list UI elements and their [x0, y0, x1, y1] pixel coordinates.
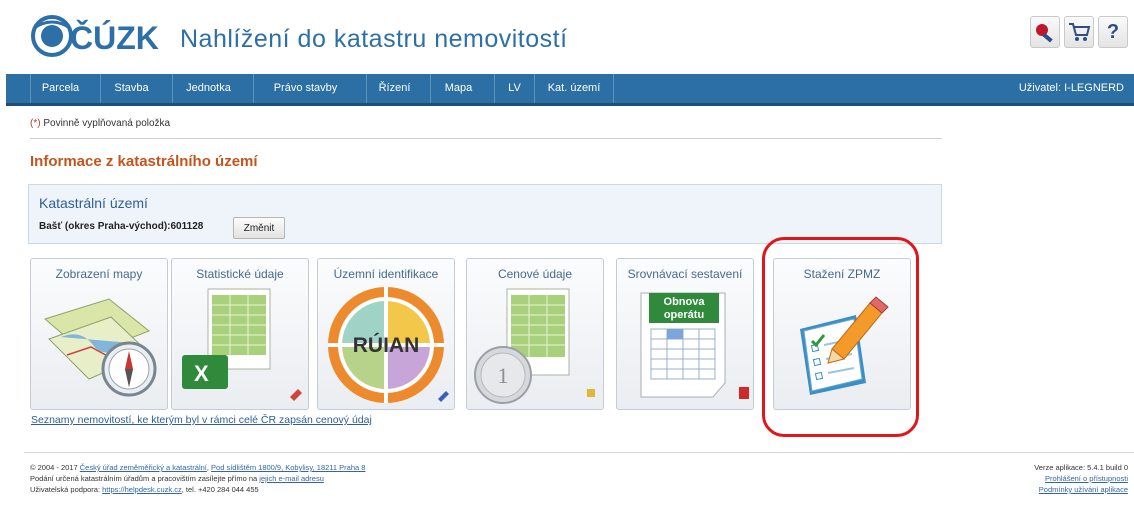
- logo-text: ČÚZK: [70, 20, 159, 56]
- search-icon[interactable]: [1030, 16, 1060, 48]
- ruian-icon: RÚIAN: [328, 287, 449, 403]
- nav-item-pravo-stavby[interactable]: Právo stavby: [253, 74, 357, 103]
- email-link[interactable]: jejich e-mail adresu: [259, 474, 324, 483]
- badge-line1: Obnova: [664, 296, 706, 308]
- phone-text: , tel. +420 284 044 455: [181, 485, 259, 494]
- tile-territorial-identification[interactable]: Územní identifikace RÚIAN: [317, 258, 455, 410]
- nav-item-mapa[interactable]: Mapa: [430, 74, 486, 103]
- tile-comparative-compilation[interactable]: Srovnávací sestavení Obnova operátu: [616, 258, 754, 410]
- ruian-text: RÚIAN: [353, 333, 420, 357]
- cadastral-area-title: Katastrální území: [39, 195, 148, 211]
- price-coin-icon: 1: [474, 288, 595, 404]
- pdf-badge-icon: [290, 389, 302, 401]
- header-icons: ?: [1030, 16, 1128, 48]
- helpdesk-link[interactable]: https://helpdesk.cuzk.cz: [102, 485, 182, 494]
- highlight-circle: [762, 237, 919, 437]
- cuzk-link[interactable]: Český úřad zeměměřický a katastrální: [80, 463, 207, 472]
- footer-line-2: Podání určená katastrálním úřadům a prac…: [30, 473, 365, 484]
- map-compass-icon: [43, 298, 157, 397]
- terms-link[interactable]: Podmínky užívání aplikace: [1039, 485, 1128, 494]
- accessibility-link[interactable]: Prohlášení o přístupnosti: [1045, 474, 1128, 483]
- spreadsheet-excel-icon: X: [182, 288, 302, 401]
- required-note: (*) Povinně vyplňovaná položka: [30, 118, 170, 129]
- support-text: Uživatelská podpora:: [30, 485, 103, 494]
- footer-line-1: © 2004 - 2017 Český úřad zeměměřický a k…: [30, 462, 365, 473]
- nav-item-stavba[interactable]: Stavba: [100, 74, 162, 103]
- help-icon[interactable]: ?: [1098, 16, 1128, 48]
- nav-item-kat-uzemi[interactable]: Kat. území: [534, 74, 614, 103]
- footer-line-3: Uživatelská podpora: https://helpdesk.cu…: [30, 484, 365, 495]
- cadastral-area-value: Bašť (okres Praha-východ):601128: [39, 221, 204, 232]
- divider: [30, 138, 942, 139]
- tile-map-view[interactable]: Zobrazení mapy: [30, 258, 168, 410]
- version-text: Verze aplikace: 5.4.1 build 0: [1034, 463, 1128, 472]
- help-label: ?: [1106, 20, 1120, 43]
- user-label[interactable]: Uživatel: I-LEGNERD: [1019, 74, 1124, 103]
- pdf-badge-icon: [739, 387, 749, 399]
- footer-divider: [24, 452, 1134, 453]
- app-title: Nahlížení do katastru nemovitostí: [180, 25, 568, 53]
- copyright-text: © 2004 - 2017: [30, 463, 80, 472]
- tile-price-data[interactable]: Cenové údaje 1: [466, 258, 604, 410]
- required-text: Povinně vyplňovaná položka: [40, 118, 171, 129]
- required-star: (*): [30, 118, 41, 129]
- cuzk-logo[interactable]: ČÚZK: [30, 14, 175, 58]
- nav-item-lv[interactable]: LV: [494, 74, 534, 103]
- nav-item-parcela[interactable]: Parcela: [30, 74, 90, 103]
- footer-right: Verze aplikace: 5.4.1 build 0 Prohlášení…: [1034, 462, 1128, 495]
- cadastral-area-box: Katastrální území Bašť (okres Praha-vých…: [28, 184, 942, 244]
- operat-sheet-icon: Obnova operátu: [640, 292, 749, 399]
- page-title: Informace z katastrálního území: [30, 153, 258, 170]
- footer-left: © 2004 - 2017 Český úřad zeměměřický a k…: [30, 462, 365, 495]
- svg-text:X: X: [194, 361, 209, 386]
- cart-icon[interactable]: [1064, 16, 1094, 48]
- corner-icon: [438, 391, 449, 402]
- tile-statistics[interactable]: Statistické údaje X: [171, 258, 309, 410]
- nav-item-rizeni[interactable]: Řízení: [366, 74, 422, 103]
- change-button[interactable]: Změnit: [233, 217, 285, 239]
- svg-text:1: 1: [498, 363, 509, 388]
- badge-line2: operátu: [664, 309, 704, 321]
- corner-icon: [587, 389, 595, 397]
- price-list-link[interactable]: Seznamy nemovitostí, ke kterým byl v rám…: [31, 414, 372, 426]
- app-header: ČÚZK Nahlížení do katastru nemovitostí ?: [0, 0, 1134, 74]
- main-nav: Parcela Stavba Jednotka Právo stavby Říz…: [6, 74, 1134, 106]
- address-link[interactable]: Pod sídlištěm 1800/9, Kobylisy, 18211 Pr…: [211, 463, 365, 472]
- nav-item-jednotka[interactable]: Jednotka: [172, 74, 244, 103]
- submissions-text: Podání určená katastrálním úřadům a prac…: [30, 474, 260, 483]
